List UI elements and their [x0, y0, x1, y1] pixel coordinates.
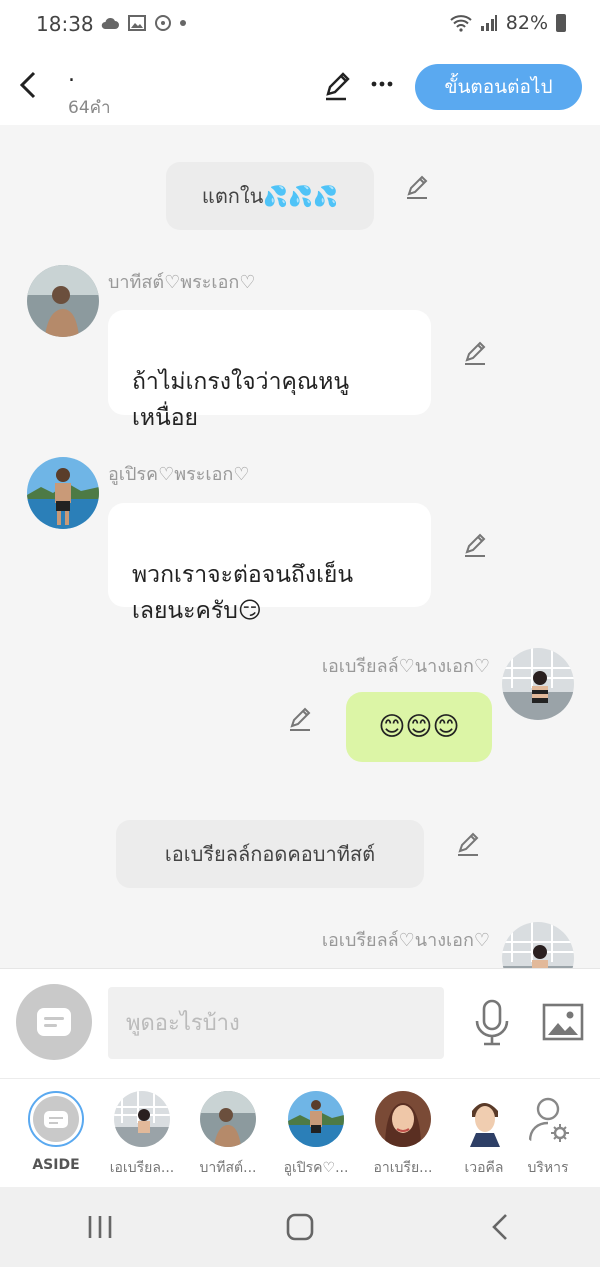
avatar [375, 1091, 431, 1147]
insert-image-button[interactable] [542, 1003, 584, 1043]
message-icon [37, 1008, 71, 1036]
edit-message-button[interactable] [462, 531, 490, 559]
next-step-button[interactable]: ขั้นตอนต่อไป [415, 64, 582, 110]
character-avatar-image [456, 1091, 512, 1147]
manage-characters-button[interactable]: บริหาร [508, 1091, 588, 1181]
pencil-icon [407, 175, 428, 199]
character-item[interactable]: บาทีสต์... [188, 1091, 268, 1181]
character-item[interactable]: อาเบรีย... [363, 1091, 443, 1181]
cloud-icon [101, 17, 119, 29]
back-button[interactable] [14, 68, 42, 102]
chevron-left-icon [492, 1214, 507, 1240]
signal-icon [480, 15, 497, 31]
image-icon [542, 1003, 584, 1041]
character-avatar-image [114, 1091, 170, 1147]
microphone-icon [475, 999, 509, 1046]
message-text: พวกเราจะต่อจนถึงเย็น เลยนะครับ😏 [132, 562, 354, 624]
pencil-icon [465, 533, 486, 557]
character-name: บาทีสต์♡พระเอก♡ [108, 272, 256, 293]
system-back-button[interactable] [470, 1197, 530, 1257]
message-text: 😊😊😊 [378, 712, 460, 742]
gallery-icon [128, 15, 146, 31]
character-item[interactable]: เอเบรียล... [102, 1091, 182, 1181]
avatar [200, 1091, 256, 1147]
character-avatar-image [288, 1091, 344, 1147]
microphone-button[interactable] [472, 999, 512, 1047]
message-text: ถ้าไม่เกรงใจว่าคุณหนู เหนื่อย [132, 369, 350, 431]
character-label: เอเบรียล... [109, 1160, 175, 1176]
character-avatar-image [200, 1091, 256, 1147]
home-icon [286, 1213, 314, 1241]
character-avatar-image [27, 457, 99, 529]
dot-icon [180, 20, 186, 26]
character-item[interactable]: อูเปิรค♡... [276, 1091, 356, 1181]
character-label: อูเปิรค♡... [283, 1160, 349, 1176]
home-button[interactable] [270, 1197, 330, 1257]
chat-area[interactable]: แตกใน💦💦💦 บาทีสต์♡พระเอก♡ ถ้าไม่เกรงใจว่า… [0, 125, 600, 968]
character-avatar-image [502, 648, 574, 720]
avatar[interactable] [27, 265, 99, 337]
narration-text: แตกใน💦💦💦 [201, 184, 339, 208]
manage-icon-wrap [520, 1091, 576, 1147]
recent-apps-icon [88, 1216, 112, 1238]
character-aside[interactable]: ASIDE [16, 1091, 96, 1181]
status-bar: 18:38 82% [0, 0, 600, 50]
character-label: บริหาร [527, 1160, 569, 1176]
recent-apps-button[interactable] [70, 1197, 130, 1257]
more-horizontal-icon [371, 81, 393, 87]
edit-title-button[interactable] [322, 70, 354, 102]
chat-status-icon [155, 15, 171, 31]
edit-message-button[interactable] [404, 173, 432, 201]
edit-message-button[interactable] [462, 339, 490, 367]
message-bubble[interactable]: ถ้าไม่เกรงใจว่าคุณหนู เหนื่อย [108, 310, 431, 431]
avatar[interactable] [502, 648, 574, 720]
battery-icon [556, 14, 566, 32]
aside-avatar [28, 1091, 84, 1147]
user-settings-icon [528, 1097, 569, 1142]
pencil-icon [465, 341, 486, 365]
notification-icons [100, 14, 186, 32]
wifi-icon [450, 15, 472, 32]
message-input[interactable] [108, 987, 444, 1059]
system-nav-bar [0, 1187, 600, 1267]
character-label: บาทีสต์... [199, 1160, 257, 1176]
aside-toggle-button[interactable] [16, 984, 92, 1060]
character-name: อูเปิรค♡พระเอก♡ [108, 464, 250, 485]
more-options-button[interactable] [366, 68, 398, 100]
story-title[interactable]: . [68, 62, 75, 87]
character-avatar-image [375, 1091, 431, 1147]
word-count: 64คำ [68, 98, 111, 118]
pencil-icon [326, 72, 350, 101]
character-label: ASIDE [32, 1157, 80, 1173]
edit-message-button[interactable] [287, 705, 315, 733]
character-name: เอเบรียลล์♡นางเอก♡ [321, 930, 490, 951]
avatar [456, 1091, 512, 1147]
story-header: . 64คำ ขั้นตอนต่อไป [0, 50, 600, 125]
status-right: 82% [450, 12, 566, 34]
chevron-left-icon [19, 71, 36, 99]
character-avatar-image [502, 922, 574, 968]
battery-percent: 82% [505, 12, 548, 34]
avatar[interactable] [27, 457, 99, 529]
character-name: เอเบรียลล์♡นางเอก♡ [321, 656, 490, 677]
avatar [288, 1091, 344, 1147]
narration-bubble[interactable]: เอเบรียลล์กอดคอบาทีสต์ [116, 820, 424, 888]
avatar[interactable] [502, 922, 574, 968]
pencil-icon [458, 832, 479, 856]
status-time: 18:38 [36, 12, 94, 36]
narration-bubble[interactable]: แตกใน💦💦💦 [166, 162, 374, 230]
message-input-bar [0, 968, 600, 1078]
message-icon [33, 1096, 79, 1142]
character-selector-bar: ASIDE เอเบรียล... บาทีสต์... อูเปิรค♡...… [0, 1078, 600, 1187]
narration-text: เอเบรียลล์กอดคอบาทีสต์ [164, 842, 376, 866]
pencil-icon [290, 707, 311, 731]
message-bubble-right[interactable]: 😊😊😊 [346, 692, 492, 762]
message-bubble[interactable]: พวกเราจะต่อจนถึงเย็น เลยนะครับ😏 [108, 503, 431, 624]
character-avatar-image [27, 265, 99, 337]
edit-message-button[interactable] [455, 830, 483, 858]
avatar [114, 1091, 170, 1147]
character-label: อาเบรีย... [373, 1160, 433, 1176]
